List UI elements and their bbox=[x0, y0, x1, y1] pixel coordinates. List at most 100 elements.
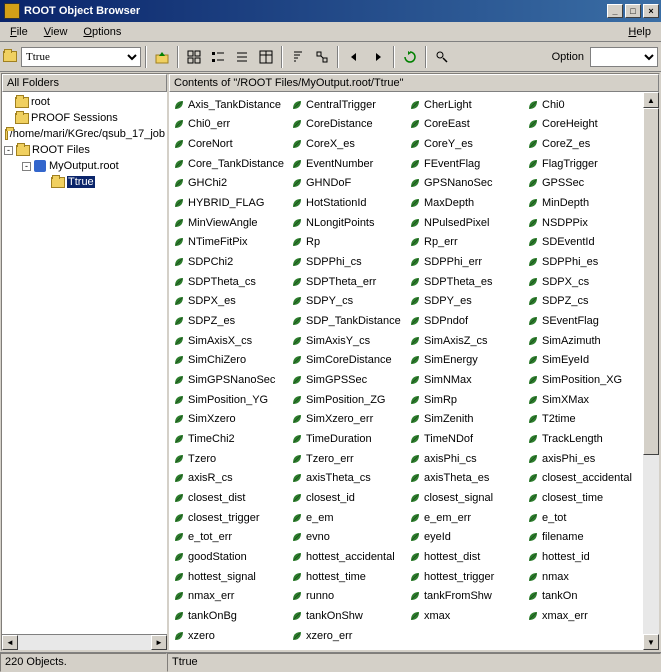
tree-item[interactable]: /home/mari/KGrec/qsub_17_job bbox=[2, 126, 167, 142]
list-item[interactable]: SimAzimuth bbox=[525, 332, 643, 349]
list-item[interactable]: nmax_err bbox=[171, 588, 289, 605]
maximize-button[interactable]: □ bbox=[625, 4, 641, 18]
list-item[interactable]: CoreZ_es bbox=[525, 135, 643, 152]
list-item[interactable]: Chi0_err bbox=[171, 116, 289, 133]
list-item[interactable]: GHChi2 bbox=[171, 175, 289, 192]
list-item[interactable]: MinViewAngle bbox=[171, 214, 289, 231]
list-item[interactable]: Rp_err bbox=[407, 234, 525, 251]
list-item[interactable]: CentralTrigger bbox=[289, 96, 407, 113]
menu-view[interactable]: View bbox=[36, 24, 76, 40]
expand-icon[interactable]: - bbox=[22, 162, 31, 171]
list-item[interactable]: xmax_err bbox=[525, 608, 643, 625]
list-item[interactable]: SDEventId bbox=[525, 234, 643, 251]
list-item[interactable]: SDPX_cs bbox=[525, 273, 643, 290]
view-small-button[interactable] bbox=[207, 46, 229, 68]
list-item[interactable]: closest_id bbox=[289, 490, 407, 507]
list-item[interactable]: NLongitPoints bbox=[289, 214, 407, 231]
list-item[interactable]: SimXzero_err bbox=[289, 411, 407, 428]
list-item[interactable]: xmax bbox=[407, 608, 525, 625]
list-item[interactable]: closest_signal bbox=[407, 490, 525, 507]
option-input[interactable] bbox=[590, 47, 658, 67]
list-item[interactable]: SDPChi2 bbox=[171, 253, 289, 270]
list-item[interactable]: e_tot bbox=[525, 509, 643, 526]
list-item[interactable]: hottest_time bbox=[289, 568, 407, 585]
list-item[interactable]: TrackLength bbox=[525, 430, 643, 447]
list-item[interactable]: axisTheta_es bbox=[407, 470, 525, 487]
list-item[interactable]: NTimeFitPix bbox=[171, 234, 289, 251]
list-item[interactable]: hottest_id bbox=[525, 549, 643, 566]
list-item[interactable]: CoreNort bbox=[171, 135, 289, 152]
list-item[interactable]: hottest_dist bbox=[407, 549, 525, 566]
list-item[interactable]: SimPosition_XG bbox=[525, 371, 643, 388]
list-item[interactable]: tankOnBg bbox=[171, 608, 289, 625]
tree-item[interactable]: PROOF Sessions bbox=[2, 110, 167, 126]
list-item[interactable]: SimAxisY_cs bbox=[289, 332, 407, 349]
contents-grid[interactable]: Axis_TankDistanceCentralTriggerCherLight… bbox=[169, 92, 659, 650]
list-item[interactable]: eyeId bbox=[407, 529, 525, 546]
list-item[interactable]: SDPTheta_cs bbox=[171, 273, 289, 290]
list-item[interactable]: Chi0 bbox=[525, 96, 643, 113]
list-item[interactable]: tankFromShw bbox=[407, 588, 525, 605]
menu-options[interactable]: Options bbox=[75, 24, 129, 40]
left-scrollbar[interactable]: ◄ ► bbox=[2, 634, 167, 650]
list-item[interactable]: FEventFlag bbox=[407, 155, 525, 172]
list-item[interactable]: axisPhi_es bbox=[525, 450, 643, 467]
list-item[interactable]: CoreEast bbox=[407, 116, 525, 133]
back-button[interactable] bbox=[343, 46, 365, 68]
list-item[interactable]: GPSSec bbox=[525, 175, 643, 192]
list-item[interactable]: SDPX_es bbox=[171, 293, 289, 310]
list-item[interactable]: xzero_err bbox=[289, 627, 407, 644]
list-item[interactable]: TimeChi2 bbox=[171, 430, 289, 447]
tree-item[interactable]: root bbox=[2, 94, 167, 110]
list-item[interactable]: SimXzero bbox=[171, 411, 289, 428]
list-item[interactable]: SimNMax bbox=[407, 371, 525, 388]
list-item[interactable]: Tzero bbox=[171, 450, 289, 467]
find-button[interactable] bbox=[431, 46, 453, 68]
list-item[interactable]: evno bbox=[289, 529, 407, 546]
list-item[interactable]: CherLight bbox=[407, 96, 525, 113]
list-item[interactable]: SimAxisZ_cs bbox=[407, 332, 525, 349]
list-item[interactable]: HotStationId bbox=[289, 194, 407, 211]
list-item[interactable]: axisPhi_cs bbox=[407, 450, 525, 467]
tree-item[interactable]: -MyOutput.root bbox=[2, 158, 167, 174]
list-item[interactable]: SimXMax bbox=[525, 391, 643, 408]
list-item[interactable]: SEventFlag bbox=[525, 312, 643, 329]
list-item[interactable]: tankOn bbox=[525, 588, 643, 605]
list-item[interactable]: CoreX_es bbox=[289, 135, 407, 152]
expand-icon[interactable]: - bbox=[4, 146, 13, 155]
list-item[interactable]: SimEyeId bbox=[525, 352, 643, 369]
list-item[interactable]: xzero bbox=[171, 627, 289, 644]
list-item[interactable]: SimRp bbox=[407, 391, 525, 408]
menu-help[interactable]: Help bbox=[620, 24, 659, 40]
list-item[interactable]: SDPPhi_err bbox=[407, 253, 525, 270]
list-item[interactable]: hottest_signal bbox=[171, 568, 289, 585]
list-item[interactable]: axisR_cs bbox=[171, 470, 289, 487]
group-button[interactable] bbox=[311, 46, 333, 68]
scroll-down-icon[interactable]: ▼ bbox=[643, 634, 659, 650]
list-item[interactable]: closest_accidental bbox=[525, 470, 643, 487]
list-item[interactable]: MinDepth bbox=[525, 194, 643, 211]
view-list-button[interactable] bbox=[231, 46, 253, 68]
list-item[interactable]: nmax bbox=[525, 568, 643, 585]
forward-button[interactable] bbox=[367, 46, 389, 68]
list-item[interactable]: HYBRID_FLAG bbox=[171, 194, 289, 211]
list-item[interactable]: SimZenith bbox=[407, 411, 525, 428]
list-item[interactable]: e_em_err bbox=[407, 509, 525, 526]
list-item[interactable]: SDPTheta_err bbox=[289, 273, 407, 290]
view-large-button[interactable] bbox=[183, 46, 205, 68]
list-item[interactable]: closest_trigger bbox=[171, 509, 289, 526]
list-item[interactable]: MaxDepth bbox=[407, 194, 525, 211]
list-item[interactable]: Rp bbox=[289, 234, 407, 251]
refresh-button[interactable] bbox=[399, 46, 421, 68]
right-scrollbar[interactable]: ▲ ▼ bbox=[643, 92, 659, 650]
minimize-button[interactable]: _ bbox=[607, 4, 623, 18]
folder-tree[interactable]: rootPROOF Sessions/home/mari/KGrec/qsub_… bbox=[2, 92, 167, 634]
list-item[interactable]: SimAxisX_cs bbox=[171, 332, 289, 349]
menu-file[interactable]: File bbox=[2, 24, 36, 40]
list-item[interactable]: CoreHeight bbox=[525, 116, 643, 133]
list-item[interactable]: SimCoreDistance bbox=[289, 352, 407, 369]
list-item[interactable]: SimChiZero bbox=[171, 352, 289, 369]
list-item[interactable]: goodStation bbox=[171, 549, 289, 566]
list-item[interactable]: SDPY_es bbox=[407, 293, 525, 310]
list-item[interactable]: axisTheta_cs bbox=[289, 470, 407, 487]
